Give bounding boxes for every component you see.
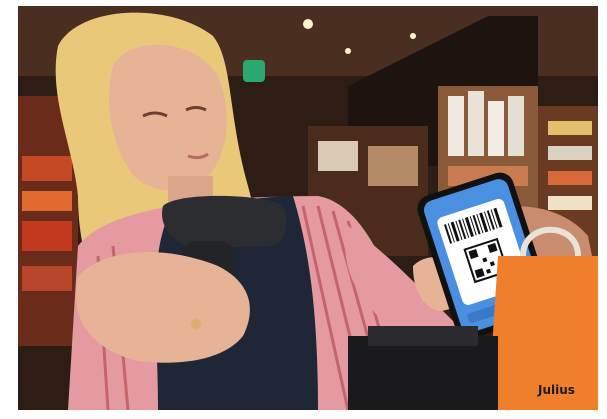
barcode-scanner-head (162, 195, 287, 248)
store-scene: Julius (18, 6, 598, 410)
ring (191, 319, 201, 329)
exit-sign (243, 60, 265, 82)
cash-register (348, 336, 498, 410)
photo: Julius (18, 6, 598, 410)
shelf-products-middle (448, 91, 528, 186)
bag-brand-text: Julius (537, 383, 575, 397)
shelf-products-left (22, 156, 72, 291)
